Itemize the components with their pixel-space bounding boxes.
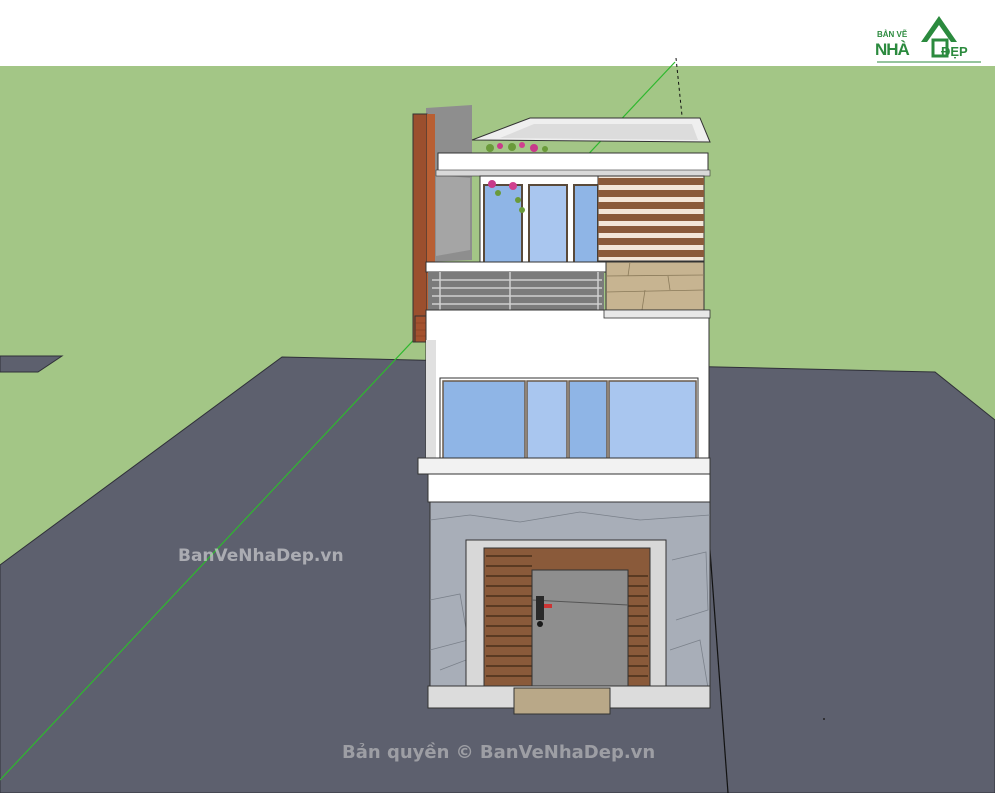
logo-brand-left: NHÀ (875, 40, 910, 59)
stone-block (605, 261, 705, 311)
sketchup-viewport[interactable]: BẢN VẼ NHÀ ĐẸP BanVeNhaDep.vn Bản quyền … (0, 0, 995, 794)
sky (0, 0, 995, 68)
second-floor-ledge (603, 309, 711, 319)
logo-brand-right: ĐẸP (941, 44, 968, 59)
window-pane-3 (568, 380, 608, 464)
ground-floor-header (427, 473, 711, 503)
upper-door-pane-1 (483, 184, 523, 266)
window-pane-1 (442, 380, 526, 464)
side-wall-face (436, 175, 470, 256)
brick-column (412, 113, 428, 343)
garage-opening (531, 569, 629, 691)
logo-top-text: BẢN VẼ (877, 30, 908, 39)
upper-door-pane-3 (573, 184, 599, 266)
top-slab (437, 152, 709, 172)
window-pane-2 (526, 380, 568, 464)
scene-dot (823, 718, 825, 720)
brand-logo: BẢN VẼ NHÀ ĐẸP (873, 12, 985, 66)
balcony-rail-top (425, 261, 607, 273)
top-slab-edge (435, 169, 711, 177)
entrance-step (513, 687, 611, 715)
floor-slab (417, 457, 711, 475)
watermark-copyright: Bản quyền © BanVeNhaDep.vn (342, 742, 656, 763)
roof-top (500, 124, 698, 140)
upper-door-pane-2 (528, 184, 568, 266)
window-pane-4 (608, 380, 697, 464)
watermark-middle: BanVeNhaDep.vn (178, 546, 344, 566)
second-floor-pillar (426, 340, 436, 466)
scene-canvas (0, 0, 995, 794)
